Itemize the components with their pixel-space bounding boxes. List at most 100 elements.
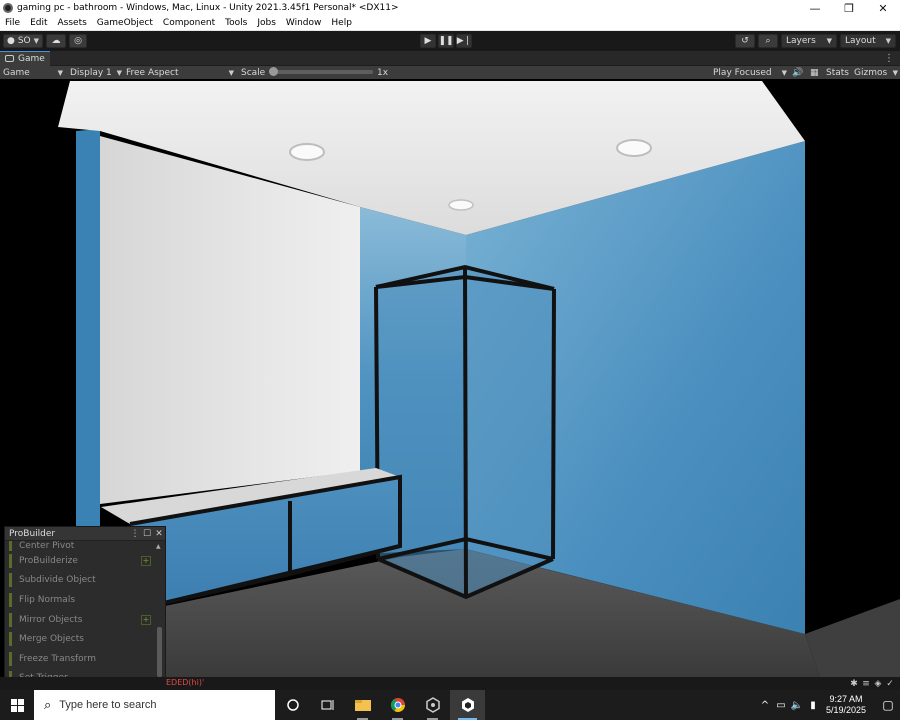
- play-button[interactable]: ▶: [420, 34, 436, 48]
- ceiling-light: [616, 139, 652, 157]
- mute-audio-icon[interactable]: 🔊: [792, 68, 803, 78]
- chevron-down-icon: ▼: [892, 68, 898, 77]
- probuilder-scrollbar[interactable]: ▲ ▼: [156, 541, 163, 691]
- probuilder-actions-list: Center Pivot ProBuilderize + Subdivide O…: [5, 541, 165, 691]
- status-icons: ✱ ≡ ◈ ✓: [848, 677, 896, 690]
- clock-time: 9:27 AM: [829, 694, 863, 704]
- probuilder-item-merge-objects[interactable]: Merge Objects: [5, 629, 165, 649]
- chrome-button[interactable]: [380, 690, 415, 720]
- view-mode-dropdown[interactable]: Game ▼: [3, 68, 63, 78]
- clock-date: 5/19/2025: [825, 705, 866, 715]
- grid-icon[interactable]: ▦: [810, 68, 819, 78]
- probuilder-item-mirror-objects[interactable]: Mirror Objects +: [5, 610, 165, 630]
- layers-dropdown[interactable]: Layers ▼: [781, 34, 837, 48]
- layout-dropdown[interactable]: Layout ▼: [840, 34, 896, 48]
- probuilder-header: ProBuilder ⋮ ☐ ✕: [5, 527, 165, 541]
- probuilder-item-probuilderize[interactable]: ProBuilderize +: [5, 551, 165, 571]
- cloud-icon: ☁: [51, 36, 61, 46]
- gizmos-dropdown[interactable]: Gizmos ▼: [854, 68, 898, 78]
- ceiling-light: [289, 143, 325, 161]
- menu-file[interactable]: File: [0, 18, 25, 28]
- folder-icon: [354, 700, 371, 711]
- volume-icon[interactable]: 🔈: [790, 700, 804, 711]
- taskbar-search[interactable]: ⌕ Type here to search: [34, 690, 275, 720]
- play-mode-dropdown[interactable]: Play Focused ▼: [713, 68, 787, 78]
- network-icon[interactable]: ▭: [774, 700, 788, 711]
- scale-slider[interactable]: [269, 67, 373, 76]
- probuilder-panel: ProBuilder ⋮ ☐ ✕ Center Pivot ProBuilder…: [4, 526, 166, 692]
- probuilder-title: ProBuilder: [9, 528, 56, 539]
- check-icon[interactable]: ✓: [884, 679, 896, 689]
- history-icon: ↺: [741, 36, 749, 46]
- history-button[interactable]: ↺: [735, 34, 755, 48]
- cortana-button[interactable]: [275, 690, 310, 720]
- progress-icon[interactable]: ≡: [860, 679, 872, 689]
- menu-help[interactable]: Help: [326, 18, 357, 28]
- menu-gameobject[interactable]: GameObject: [92, 18, 158, 28]
- minimize-button[interactable]: —: [798, 2, 832, 15]
- gizmos-label: Gizmos: [854, 67, 888, 78]
- unity-editor-button[interactable]: [450, 690, 485, 720]
- options-plus-icon[interactable]: +: [141, 614, 151, 625]
- notifications-icon[interactable]: ▢: [876, 698, 900, 712]
- pause-button[interactable]: ❚❚: [438, 34, 454, 48]
- collab-icon: ◎: [74, 36, 82, 46]
- menu-window[interactable]: Window: [281, 18, 327, 28]
- console-error-message[interactable]: EDED(hi)': [166, 678, 204, 687]
- menu-bar: File Edit Assets GameObject Component To…: [0, 16, 900, 31]
- account-button[interactable]: ● SO ▼: [3, 34, 43, 48]
- menu-assets[interactable]: Assets: [53, 18, 92, 28]
- probuilder-item[interactable]: Center Pivot: [5, 541, 165, 551]
- account-icon: ●: [6, 36, 15, 46]
- options-plus-icon[interactable]: +: [141, 555, 151, 566]
- task-view-icon: [321, 700, 333, 710]
- close-button[interactable]: ✕: [866, 2, 900, 15]
- search-button[interactable]: ⌕: [758, 34, 778, 48]
- status-bar: EDED(hi)' ✱ ≡ ◈ ✓: [0, 677, 900, 690]
- scroll-up-icon[interactable]: ▲: [156, 543, 161, 550]
- auto-generate-lighting-icon[interactable]: ◈: [872, 679, 884, 689]
- collab-button[interactable]: ◎: [69, 34, 87, 48]
- search-icon: ⌕: [44, 697, 52, 712]
- main-toolbar: ● SO ▼ ☁ ◎ ▶ ❚❚ ▶❘ ↺ ⌕ Layers ▼ Layout ▼: [0, 31, 900, 51]
- bug-icon[interactable]: ✱: [848, 679, 860, 689]
- probuilder-item-freeze-transform[interactable]: Freeze Transform: [5, 649, 165, 669]
- menu-component[interactable]: Component: [158, 18, 220, 28]
- unity-hub-button[interactable]: [415, 690, 450, 720]
- probuilder-item-label: Mirror Objects: [19, 614, 83, 625]
- task-view-button[interactable]: [310, 690, 345, 720]
- tab-game[interactable]: Game: [0, 50, 50, 66]
- gamepad-icon: [5, 55, 14, 62]
- start-button[interactable]: [0, 690, 34, 720]
- scale-slider-handle[interactable]: [269, 67, 278, 76]
- aspect-label: Free Aspect: [126, 67, 179, 78]
- file-explorer-button[interactable]: [345, 690, 380, 720]
- scrollbar-thumb[interactable]: [157, 627, 162, 677]
- playmode-controls: ▶ ❚❚ ▶❘: [418, 34, 472, 48]
- cloud-button[interactable]: ☁: [46, 34, 66, 48]
- probuilder-item-subdivide-object[interactable]: Subdivide Object: [5, 571, 165, 591]
- more-options-icon[interactable]: ⋮: [884, 53, 894, 64]
- display-dropdown[interactable]: Display 1 ▼: [70, 68, 122, 78]
- menu-jobs[interactable]: Jobs: [252, 18, 281, 28]
- step-icon: ▶❘: [456, 36, 472, 46]
- system-clock[interactable]: 9:27 AM 5/19/2025: [826, 694, 866, 716]
- more-options-icon[interactable]: ⋮: [129, 529, 141, 539]
- probuilder-item-flip-normals[interactable]: Flip Normals: [5, 590, 165, 610]
- probuilder-item-label: Merge Objects: [19, 634, 84, 645]
- chevron-up-icon[interactable]: ^: [758, 700, 772, 711]
- chevron-down-icon: ▼: [228, 68, 234, 77]
- battery-icon[interactable]: ▮: [806, 700, 820, 711]
- window-title: gaming pc - bathroom - Windows, Mac, Lin…: [17, 3, 399, 13]
- unity-logo-icon: [3, 3, 13, 13]
- stats-button[interactable]: Stats: [826, 68, 849, 78]
- aspect-dropdown[interactable]: Free Aspect ▼: [126, 68, 234, 78]
- menu-edit[interactable]: Edit: [25, 18, 52, 28]
- maximize-icon[interactable]: ☐: [141, 529, 153, 539]
- close-icon[interactable]: ✕: [153, 529, 165, 539]
- menu-tools[interactable]: Tools: [220, 18, 252, 28]
- restore-button[interactable]: ❐: [832, 2, 866, 15]
- play-mode-label: Play Focused: [713, 67, 772, 78]
- chevron-down-icon: ▼: [57, 68, 63, 77]
- step-button[interactable]: ▶❘: [456, 34, 472, 48]
